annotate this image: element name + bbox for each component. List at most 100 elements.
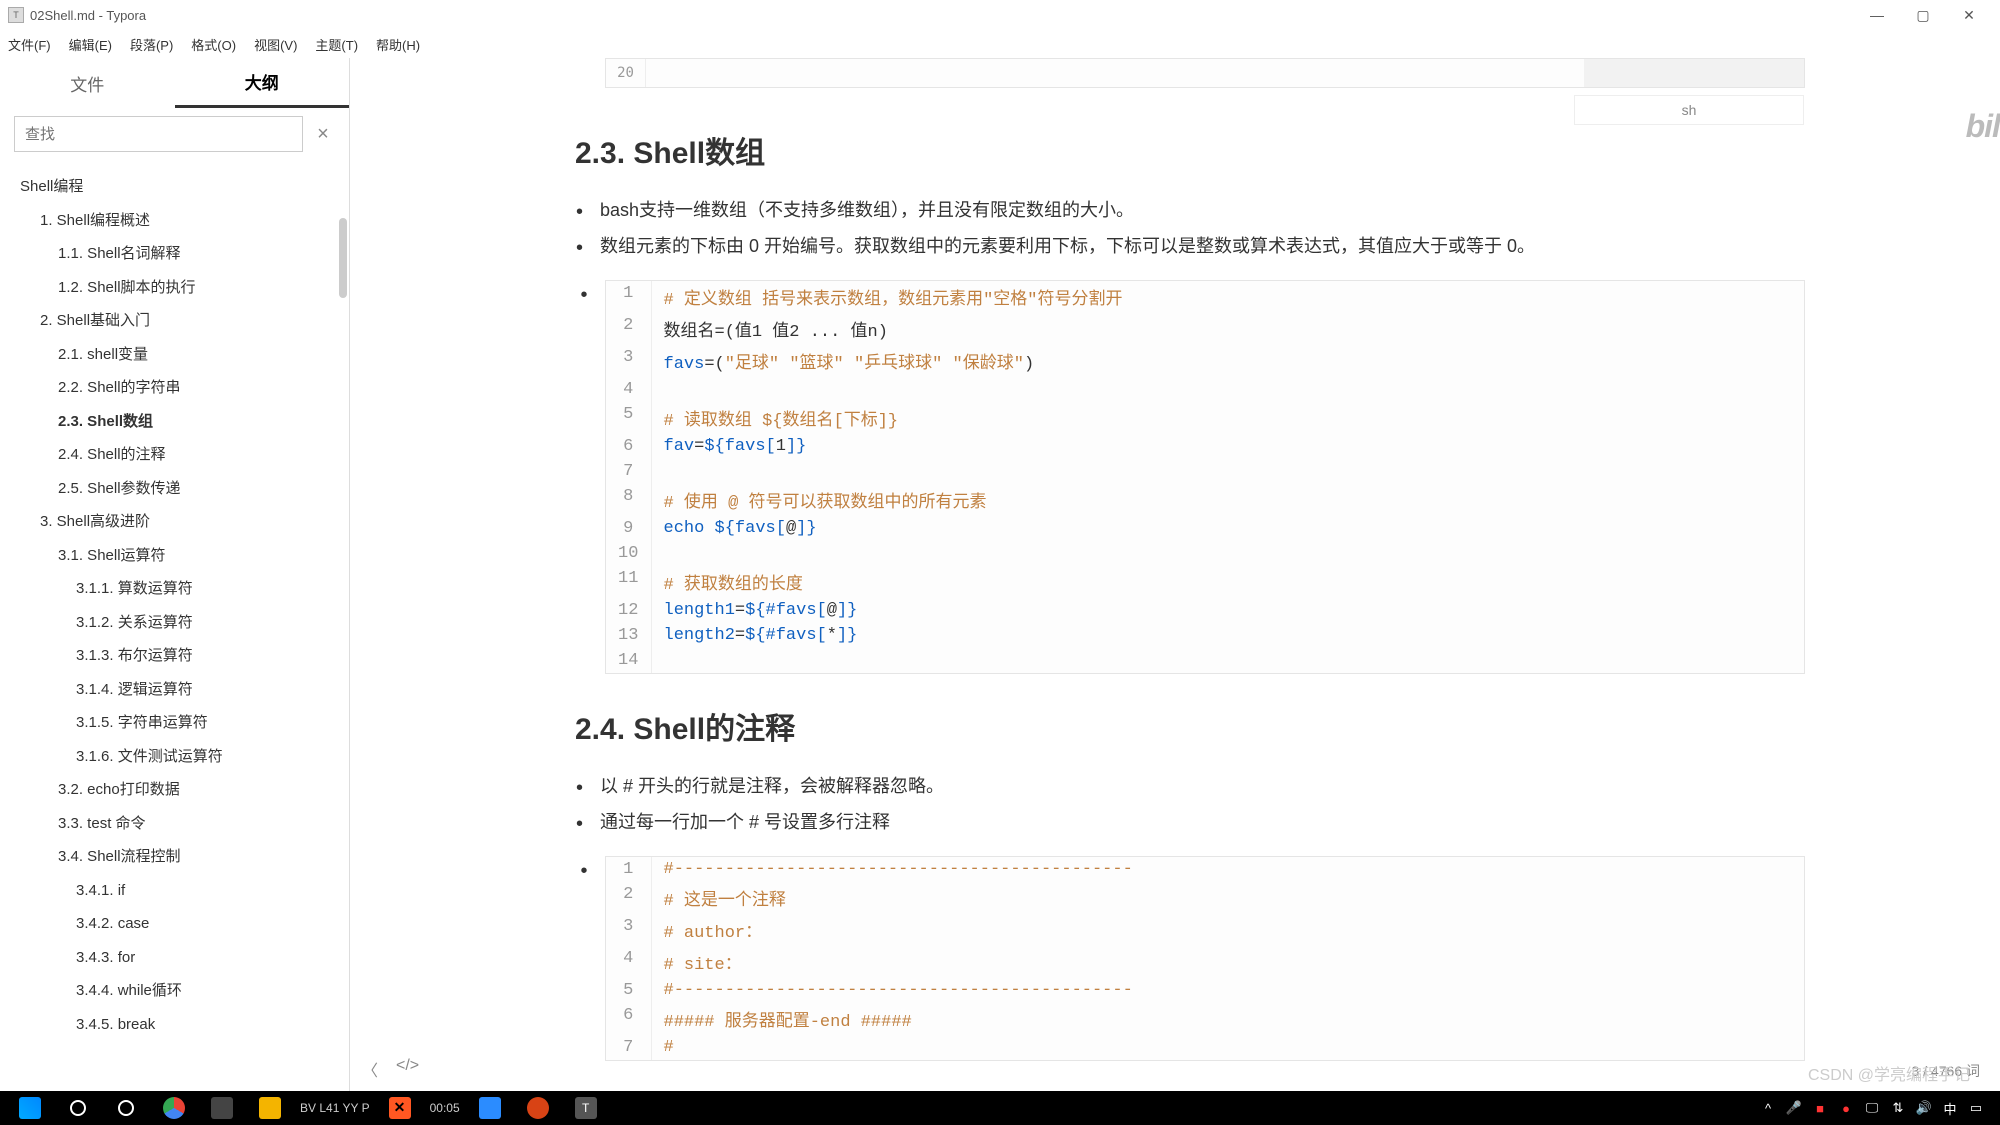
- outline-item[interactable]: 3.4.3. for: [0, 941, 349, 975]
- outline-item[interactable]: 3.4.1. if: [0, 874, 349, 908]
- tray-stop-icon[interactable]: ■: [1812, 1100, 1828, 1116]
- outline-item[interactable]: 3.4.4. while循环: [0, 974, 349, 1008]
- bullet-item: 通过每一行加一个 # 号设置多行注释: [600, 804, 1805, 840]
- outline-item[interactable]: 2.5. Shell参数传递: [0, 472, 349, 506]
- code-line: 1# 定义数组 括号来表示数组，数组元素用"空格"符号分割开: [606, 281, 1804, 313]
- outline-item[interactable]: 2. Shell基础入门: [0, 304, 349, 338]
- outline-item[interactable]: 3.2. echo打印数据: [0, 773, 349, 807]
- code-line: 5#--------------------------------------…: [606, 978, 1804, 1003]
- search-input[interactable]: [14, 116, 303, 152]
- tray-network-icon[interactable]: ⇅: [1890, 1100, 1906, 1116]
- outline-list: Shell编程1. Shell编程概述1.1. Shell名词解释1.2. Sh…: [0, 160, 349, 1091]
- tab-outline[interactable]: 大纲: [175, 58, 350, 108]
- start-button[interactable]: [6, 1091, 54, 1125]
- heading-2-3: 2.3. Shell数组: [545, 128, 1805, 172]
- code-line: 1#--------------------------------------…: [606, 857, 1804, 882]
- outline-item[interactable]: 2.3. Shell数组: [0, 405, 349, 439]
- menu-paragraph[interactable]: 段落(P): [130, 35, 173, 54]
- code-line: 6fav=${favs[1]}: [606, 434, 1804, 459]
- menu-file[interactable]: 文件(F): [8, 35, 51, 54]
- code-block-1[interactable]: 1# 定义数组 括号来表示数组，数组元素用"空格"符号分割开2数组名=(值1 值…: [605, 280, 1805, 674]
- outline-item[interactable]: 3.3. test 命令: [0, 807, 349, 841]
- taskbar: BV L41 YY P ✕ 00:05 T ^ 🎤 ■ ● 🖵 ⇅ 🔊 中 ▭: [0, 1091, 2000, 1125]
- outline-item[interactable]: 3.1.1. 算数运算符: [0, 572, 349, 606]
- tray-record-icon[interactable]: ●: [1838, 1100, 1854, 1116]
- taskbar-typora-icon[interactable]: T: [562, 1091, 610, 1125]
- code-block-2[interactable]: 1#--------------------------------------…: [605, 856, 1805, 1061]
- bullet-item: 以 # 开头的行就是注释，会被解释器忽略。: [600, 768, 1805, 804]
- maximize-button[interactable]: ▢: [1900, 0, 1946, 30]
- tray-ime-icon[interactable]: 中: [1942, 1100, 1958, 1116]
- bullet-item: bash支持一维数组（不支持多维数组），并且没有限定数组的大小。: [600, 192, 1805, 228]
- titlebar: T 02Shell.md - Typora — ▢ ✕: [0, 0, 2000, 30]
- menu-format[interactable]: 格式(O): [191, 35, 236, 54]
- code-block-top: 20 sh: [605, 58, 1805, 88]
- word-count[interactable]: 3 / 4766 词: [1912, 1061, 1981, 1081]
- code-line: 9echo ${favs[@]}: [606, 516, 1804, 541]
- outline-item[interactable]: 3.1.6. 文件测试运算符: [0, 740, 349, 774]
- code-line: 2数组名=(值1 值2 ... 值n): [606, 313, 1804, 345]
- code-line: 10: [606, 541, 1804, 566]
- tray-chat-icon[interactable]: 🖵: [1864, 1100, 1880, 1116]
- outline-item[interactable]: Shell编程: [0, 170, 349, 204]
- outline-item[interactable]: 1. Shell编程概述: [0, 204, 349, 238]
- tab-file[interactable]: 文件: [0, 58, 175, 108]
- outline-item[interactable]: 3.4. Shell流程控制: [0, 840, 349, 874]
- source-code-toggle[interactable]: </>: [396, 1057, 419, 1081]
- code-line: 4# site：: [606, 946, 1804, 978]
- tray-mic-icon[interactable]: 🎤: [1786, 1100, 1802, 1116]
- outline-item[interactable]: 3.1.5. 字符串运算符: [0, 706, 349, 740]
- outline-item[interactable]: 2.4. Shell的注释: [0, 438, 349, 472]
- outline-item[interactable]: 2.2. Shell的字符串: [0, 371, 349, 405]
- tray-up-icon[interactable]: ^: [1760, 1100, 1776, 1116]
- code-line: 2# 这是一个注释: [606, 882, 1804, 914]
- outline-item[interactable]: 3.1.3. 布尔运算符: [0, 639, 349, 673]
- app-icon: T: [8, 7, 24, 23]
- taskbar-search-icon[interactable]: [54, 1091, 102, 1125]
- outline-item[interactable]: 3.4.2. case: [0, 907, 349, 941]
- sidebar: 文件 大纲 × Shell编程1. Shell编程概述1.1. Shell名词解…: [0, 58, 350, 1091]
- code-line: 6##### 服务器配置-end #####: [606, 1003, 1804, 1035]
- taskbar-app-icon[interactable]: [246, 1091, 294, 1125]
- outline-item[interactable]: 3.1.2. 关系运算符: [0, 606, 349, 640]
- taskbar-app-icon[interactable]: [198, 1091, 246, 1125]
- code-line: 7: [606, 459, 1804, 484]
- menu-theme[interactable]: 主题(T): [315, 35, 358, 54]
- menubar: 文件(F) 编辑(E) 段落(P) 格式(O) 视图(V) 主题(T) 帮助(H…: [0, 30, 2000, 58]
- tray-notification-icon[interactable]: ▭: [1968, 1100, 1984, 1116]
- outline-item[interactable]: 3. Shell高级进阶: [0, 505, 349, 539]
- menu-edit[interactable]: 编辑(E): [69, 35, 112, 54]
- close-button[interactable]: ✕: [1946, 0, 1992, 30]
- code-line: 14: [606, 648, 1804, 673]
- outline-item[interactable]: 3.1. Shell运算符: [0, 539, 349, 573]
- taskbar-app-icon[interactable]: [514, 1091, 562, 1125]
- code-line: 11# 获取数组的长度: [606, 566, 1804, 598]
- scrollbar-thumb[interactable]: [339, 218, 347, 298]
- back-button[interactable]: 〈: [362, 1057, 378, 1081]
- taskbar-chrome-icon[interactable]: [150, 1091, 198, 1125]
- code-line: 12length1=${#favs[@]}: [606, 598, 1804, 623]
- outline-item[interactable]: 1.2. Shell脚本的执行: [0, 271, 349, 305]
- outline-item[interactable]: 3.1.4. 逻辑运算符: [0, 673, 349, 707]
- clear-icon[interactable]: ×: [311, 123, 335, 146]
- taskbar-video-id: BV L41 YY P: [294, 1101, 376, 1115]
- code-line: 13length2=${#favs[*]}: [606, 623, 1804, 648]
- outline-item[interactable]: 2.1. shell变量: [0, 338, 349, 372]
- taskbar-app-icon[interactable]: ✕: [376, 1091, 424, 1125]
- tray-volume-icon[interactable]: 🔊: [1916, 1100, 1932, 1116]
- taskbar-app-icon[interactable]: [466, 1091, 514, 1125]
- code-line: 8# 使用 @ 符号可以获取数组中的所有元素: [606, 484, 1804, 516]
- editor[interactable]: 20 sh bilibili 2.3. Shell数组 bash支持一维数组（不…: [350, 58, 2000, 1091]
- code-line: 4: [606, 377, 1804, 402]
- menu-view[interactable]: 视图(V): [254, 35, 297, 54]
- taskbar-cortana-icon[interactable]: [102, 1091, 150, 1125]
- menu-help[interactable]: 帮助(H): [376, 35, 420, 54]
- bullet-item: 数组元素的下标由 0 开始编号。获取数组中的元素要利用下标，下标可以是整数或算术…: [600, 228, 1805, 264]
- minimize-button[interactable]: —: [1854, 0, 1900, 30]
- code-line: 7#: [606, 1035, 1804, 1060]
- outline-item[interactable]: 3.4.5. break: [0, 1008, 349, 1042]
- outline-item[interactable]: 1.1. Shell名词解释: [0, 237, 349, 271]
- heading-2-4: 2.4. Shell的注释: [545, 704, 1805, 748]
- taskbar-time: 00:05: [424, 1101, 466, 1115]
- code-lang-label[interactable]: sh: [1574, 95, 1804, 125]
